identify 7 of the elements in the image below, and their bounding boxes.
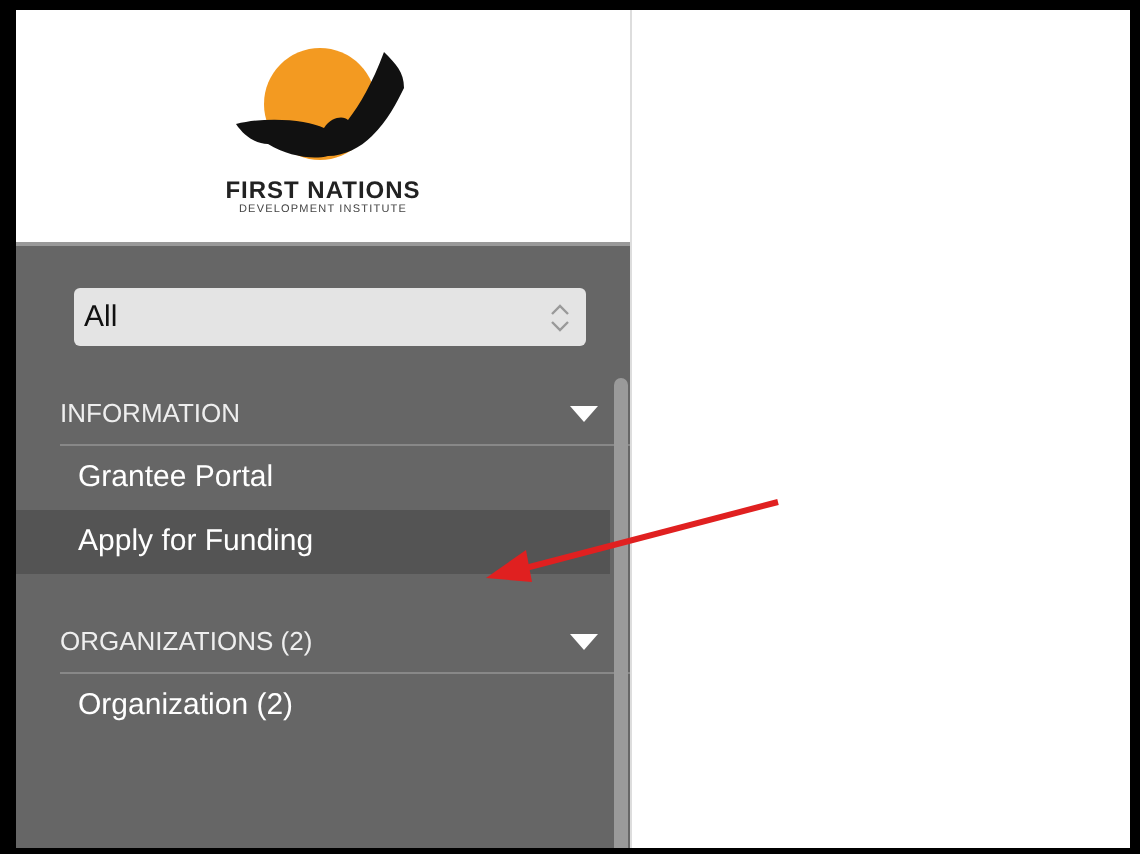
nav-item[interactable]: Organization (2) bbox=[16, 674, 610, 738]
scrollbar[interactable] bbox=[614, 378, 628, 848]
nav-item[interactable]: Apply for Funding bbox=[16, 510, 610, 574]
nav-item[interactable]: Grantee Portal bbox=[16, 446, 610, 510]
filter-select[interactable]: All bbox=[74, 288, 586, 346]
up-down-chevron-icon bbox=[550, 301, 570, 333]
logo-title: FIRST NATIONS bbox=[225, 176, 421, 204]
